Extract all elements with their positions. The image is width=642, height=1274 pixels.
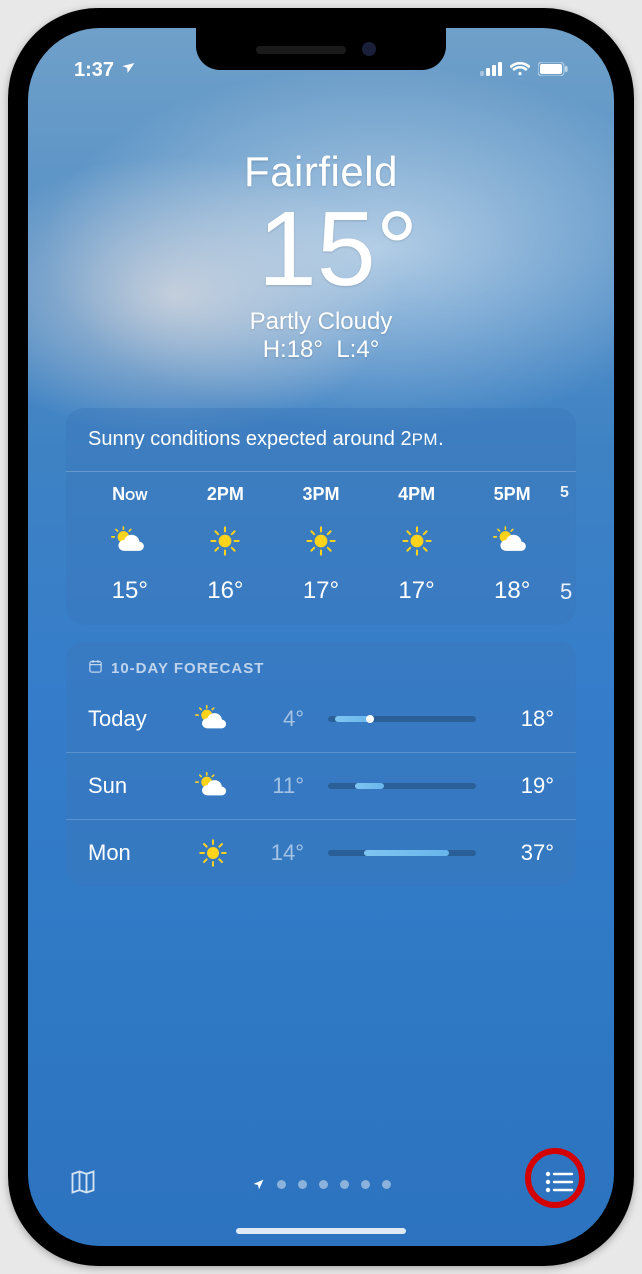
hourly-list[interactable]: Now 15° 2PM 16° 3PM	[82, 484, 560, 605]
page-dot[interactable]	[298, 1180, 307, 1189]
hourly-item-label: 4PM	[398, 484, 435, 505]
hourly-forecast-card[interactable]: Sunny conditions expected around 2PM. No…	[66, 408, 576, 625]
map-button[interactable]	[68, 1168, 98, 1201]
page-indicator[interactable]	[252, 1178, 391, 1191]
partly-cloudy-icon	[190, 704, 236, 734]
hourly-item-label: Now	[112, 484, 147, 505]
phone-frame: 1:37	[8, 8, 634, 1266]
ten-day-row[interactable]: Today 4° 18°	[66, 686, 576, 752]
screen: 1:37	[28, 28, 614, 1246]
calendar-icon	[88, 659, 103, 678]
day-low: 14°	[250, 840, 304, 866]
cellular-icon	[480, 59, 502, 82]
current-condition: Partly Cloudy	[68, 308, 574, 336]
hourly-item-label: 5PM	[494, 484, 531, 505]
home-indicator[interactable]	[236, 1228, 406, 1234]
hourly-item[interactable]: 4PM 17°	[369, 484, 465, 605]
sunny-icon	[209, 523, 241, 559]
day-name: Today	[88, 706, 176, 732]
hourly-item[interactable]: 3PM 17°	[273, 484, 369, 605]
day-name: Mon	[88, 840, 176, 866]
current-temp: 15°	[102, 196, 574, 302]
hourly-item-temp: 16°	[207, 577, 243, 605]
page-dot[interactable]	[361, 1180, 370, 1189]
ten-day-row[interactable]: Mon 14° 37°	[66, 819, 576, 886]
day-low: 11°	[250, 773, 304, 799]
hourly-item[interactable]: 2PM 16°	[178, 484, 274, 605]
day-high: 18°	[500, 706, 554, 732]
page-dot[interactable]	[319, 1180, 328, 1189]
hourly-item-label: 3PM	[302, 484, 339, 505]
wifi-icon	[510, 59, 530, 82]
notch	[196, 28, 446, 70]
temp-range-bar	[328, 716, 476, 722]
hourly-item[interactable]: 5PM 18°	[464, 484, 560, 605]
day-high: 19°	[500, 773, 554, 799]
current-weather: Fairfield 15° Partly Cloudy H:18° L:4°	[28, 148, 614, 364]
divider	[66, 471, 576, 472]
current-high-low: H:18° L:4°	[68, 336, 574, 364]
sunny-icon	[401, 523, 433, 559]
hourly-item-label: 2PM	[207, 484, 244, 505]
locations-list-button[interactable]	[544, 1170, 574, 1199]
partly-cloudy-icon	[190, 771, 236, 801]
ten-day-list: Today 4° 18° Sun 11° 19° Mon	[66, 686, 576, 886]
hourly-item-temp: 18°	[494, 577, 530, 605]
day-low: 4°	[250, 706, 304, 732]
page-dot[interactable]	[382, 1180, 391, 1189]
day-name: Sun	[88, 773, 176, 799]
hourly-item[interactable]: Now 15°	[82, 484, 178, 605]
page-dot-active-location-icon[interactable]	[252, 1178, 265, 1191]
temp-range-bar	[328, 783, 476, 789]
ten-day-forecast-card[interactable]: 10-DAY FORECAST Today 4° 18° Sun 11°	[66, 641, 576, 886]
day-high: 37°	[500, 840, 554, 866]
hourly-item-temp: 17°	[303, 577, 339, 605]
temp-range-bar	[328, 850, 476, 856]
ten-day-heading: 10-DAY FORECAST	[88, 659, 554, 678]
status-time: 1:37	[74, 59, 114, 82]
hourly-scroll-peek: 55	[560, 484, 576, 605]
city-name: Fairfield	[68, 148, 574, 196]
ten-day-row[interactable]: Sun 11° 19°	[66, 752, 576, 819]
page-dot[interactable]	[340, 1180, 349, 1189]
partly-cloudy-icon	[111, 523, 149, 559]
hourly-summary: Sunny conditions expected around 2PM.	[88, 426, 554, 453]
page-dot[interactable]	[277, 1180, 286, 1189]
sunny-icon	[190, 838, 236, 868]
battery-icon	[538, 59, 568, 82]
sunny-icon	[305, 523, 337, 559]
hourly-item-temp: 15°	[112, 577, 148, 605]
partly-cloudy-icon	[493, 523, 531, 559]
location-services-icon	[118, 59, 136, 81]
hourly-item-temp: 17°	[398, 577, 434, 605]
